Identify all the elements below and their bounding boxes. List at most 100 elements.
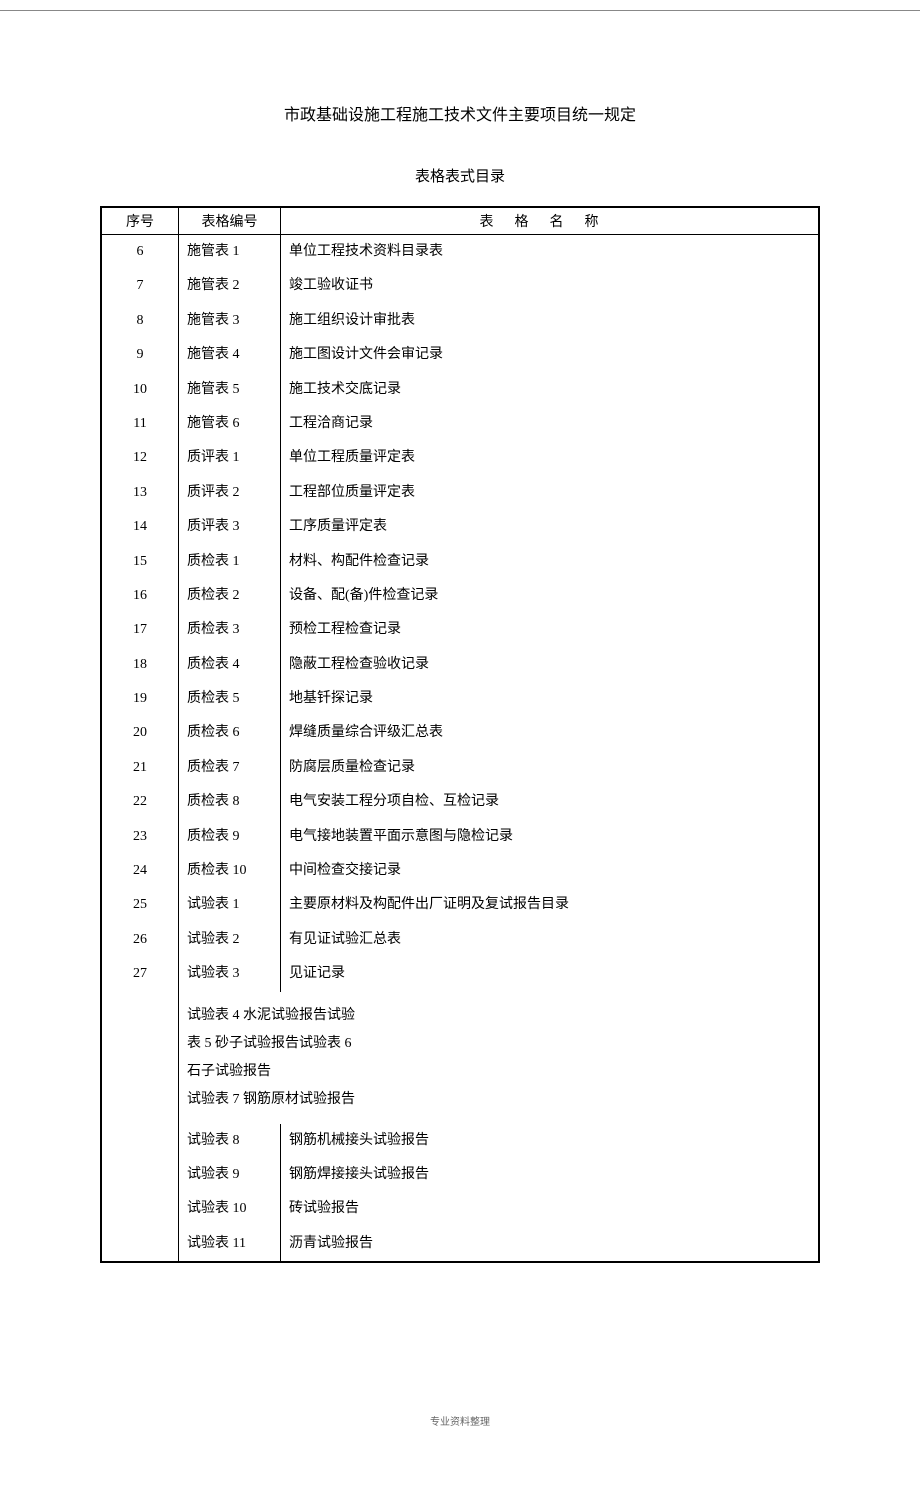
cell-code: 质检表 9: [179, 820, 281, 854]
table-row: 22质检表 8电气安装工程分项自检、互检记录: [101, 785, 819, 819]
cell-code: 试验表 8: [179, 1124, 281, 1158]
table-row: 23质检表 9电气接地装置平面示意图与隐检记录: [101, 820, 819, 854]
cell-name: 沥青试验报告: [281, 1227, 820, 1262]
header-seq: 序号: [101, 207, 179, 235]
table-row: 21质检表 7防腐层质量检查记录: [101, 751, 819, 785]
cell-name: 电气接地装置平面示意图与隐检记录: [281, 820, 820, 854]
cell-name: 有见证试验汇总表: [281, 923, 820, 957]
cell-seq: 7: [101, 269, 179, 303]
cell-name: 电气安装工程分项自检、互检记录: [281, 785, 820, 819]
cell-name: 中间检查交接记录: [281, 854, 820, 888]
cell-name: 预检工程检查记录: [281, 613, 820, 647]
cell-seq: 18: [101, 648, 179, 682]
table-row: 8施管表 3施工组织设计审批表: [101, 304, 819, 338]
cell-code: 施管表 6: [179, 407, 281, 441]
cell-seq: [101, 992, 179, 1124]
cell-seq: 21: [101, 751, 179, 785]
cell-name: 隐蔽工程检查验收记录: [281, 648, 820, 682]
cell-code: 试验表 1: [179, 888, 281, 922]
table-row: 10施管表 5施工技术交底记录: [101, 373, 819, 407]
cell-seq: [101, 1192, 179, 1226]
table-row: 18质检表 4隐蔽工程检查验收记录: [101, 648, 819, 682]
cell-code: 质检表 3: [179, 613, 281, 647]
cell-name: 施工技术交底记录: [281, 373, 820, 407]
cell-name: 见证记录: [281, 957, 820, 991]
cell-seq: [101, 1227, 179, 1262]
cell-code: 施管表 3: [179, 304, 281, 338]
table-header-row: 序号 表格编号 表格名称: [101, 207, 819, 235]
cell-name: 竣工验收证书: [281, 269, 820, 303]
header-code: 表格编号: [179, 207, 281, 235]
table-row: 25试验表 1主要原材料及构配件出厂证明及复试报告目录: [101, 888, 819, 922]
cell-seq: 25: [101, 888, 179, 922]
table-row: 17质检表 3预检工程检查记录: [101, 613, 819, 647]
cell-code: 质检表 8: [179, 785, 281, 819]
cell-name: 施工组织设计审批表: [281, 304, 820, 338]
table-row: 12质评表 1单位工程质量评定表: [101, 441, 819, 475]
table-row: 6施管表 1单位工程技术资料目录表: [101, 235, 819, 270]
cell-seq: 27: [101, 957, 179, 991]
table-row: 15质检表 1材料、构配件检查记录: [101, 545, 819, 579]
cell-code: 施管表 4: [179, 338, 281, 372]
cell-seq: 26: [101, 923, 179, 957]
cell-name: 砖试验报告: [281, 1192, 820, 1226]
cell-code: 试验表 9: [179, 1158, 281, 1192]
table-row: 16质检表 2设备、配(备)件检查记录: [101, 579, 819, 613]
cell-name: 施工图设计文件会审记录: [281, 338, 820, 372]
cell-name: 工程洽商记录: [281, 407, 820, 441]
cell-code: 施管表 2: [179, 269, 281, 303]
cell-name: 钢筋焊接接头试验报告: [281, 1158, 820, 1192]
table-row: 24质检表 10中间检查交接记录: [101, 854, 819, 888]
header-name: 表格名称: [281, 207, 820, 235]
cell-code: 质检表 6: [179, 716, 281, 750]
cell-seq: 22: [101, 785, 179, 819]
table-row: 试验表 9钢筋焊接接头试验报告: [101, 1158, 819, 1192]
cell-seq: 13: [101, 476, 179, 510]
catalog-table: 序号 表格编号 表格名称 6施管表 1单位工程技术资料目录表7施管表 2竣工验收…: [100, 206, 820, 1263]
cell-name: 单位工程质量评定表: [281, 441, 820, 475]
table-row: 20质检表 6焊缝质量综合评级汇总表: [101, 716, 819, 750]
cell-name: 主要原材料及构配件出厂证明及复试报告目录: [281, 888, 820, 922]
cell-seq: 10: [101, 373, 179, 407]
cell-code: 质评表 1: [179, 441, 281, 475]
cell-name: 单位工程技术资料目录表: [281, 235, 820, 270]
cell-code: 质检表 1: [179, 545, 281, 579]
table-row: 试验表 10砖试验报告: [101, 1192, 819, 1226]
cell-code: 质检表 2: [179, 579, 281, 613]
cell-name: 材料、构配件检查记录: [281, 545, 820, 579]
cell-name: 地基钎探记录: [281, 682, 820, 716]
cell-name: 焊缝质量综合评级汇总表: [281, 716, 820, 750]
cell-seq: 12: [101, 441, 179, 475]
cell-code: 质评表 2: [179, 476, 281, 510]
page-subtitle: 表格表式目录: [100, 165, 820, 186]
cell-code: 试验表 2: [179, 923, 281, 957]
table-row: 试验表 8钢筋机械接头试验报告: [101, 1124, 819, 1158]
cell-seq: 20: [101, 716, 179, 750]
cell-name: 工程部位质量评定表: [281, 476, 820, 510]
table-row: 13质评表 2工程部位质量评定表: [101, 476, 819, 510]
cell-seq: 24: [101, 854, 179, 888]
page-title: 市政基础设施工程施工技术文件主要项目统一规定: [100, 101, 820, 125]
table-row: 9施管表 4施工图设计文件会审记录: [101, 338, 819, 372]
cell-seq: 16: [101, 579, 179, 613]
cell-code: 施管表 1: [179, 235, 281, 270]
cell-seq: 11: [101, 407, 179, 441]
table-row: 试验表 11沥青试验报告: [101, 1227, 819, 1262]
cell-code: 质检表 7: [179, 751, 281, 785]
table-row: 11施管表 6工程洽商记录: [101, 407, 819, 441]
cell-seq: 17: [101, 613, 179, 647]
cell-name: 防腐层质量检查记录: [281, 751, 820, 785]
cell-code: 试验表 11: [179, 1227, 281, 1262]
table-row: 19质检表 5地基钎探记录: [101, 682, 819, 716]
cell-code: 质检表 10: [179, 854, 281, 888]
cell-seq: 15: [101, 545, 179, 579]
cell-name: 工序质量评定表: [281, 510, 820, 544]
cell-seq: 6: [101, 235, 179, 270]
table-row: 27试验表 3见证记录: [101, 957, 819, 991]
cell-seq: 23: [101, 820, 179, 854]
document-page: 市政基础设施工程施工技术文件主要项目统一规定 表格表式目录 序号 表格编号 表格…: [0, 11, 920, 1488]
cell-seq: 9: [101, 338, 179, 372]
table-row: 试验表 4 水泥试验报告试验表 5 砂子试验报告试验表 6石子试验报告试验表 7…: [101, 992, 819, 1124]
cell-code: 施管表 5: [179, 373, 281, 407]
cell-code: 质检表 4: [179, 648, 281, 682]
